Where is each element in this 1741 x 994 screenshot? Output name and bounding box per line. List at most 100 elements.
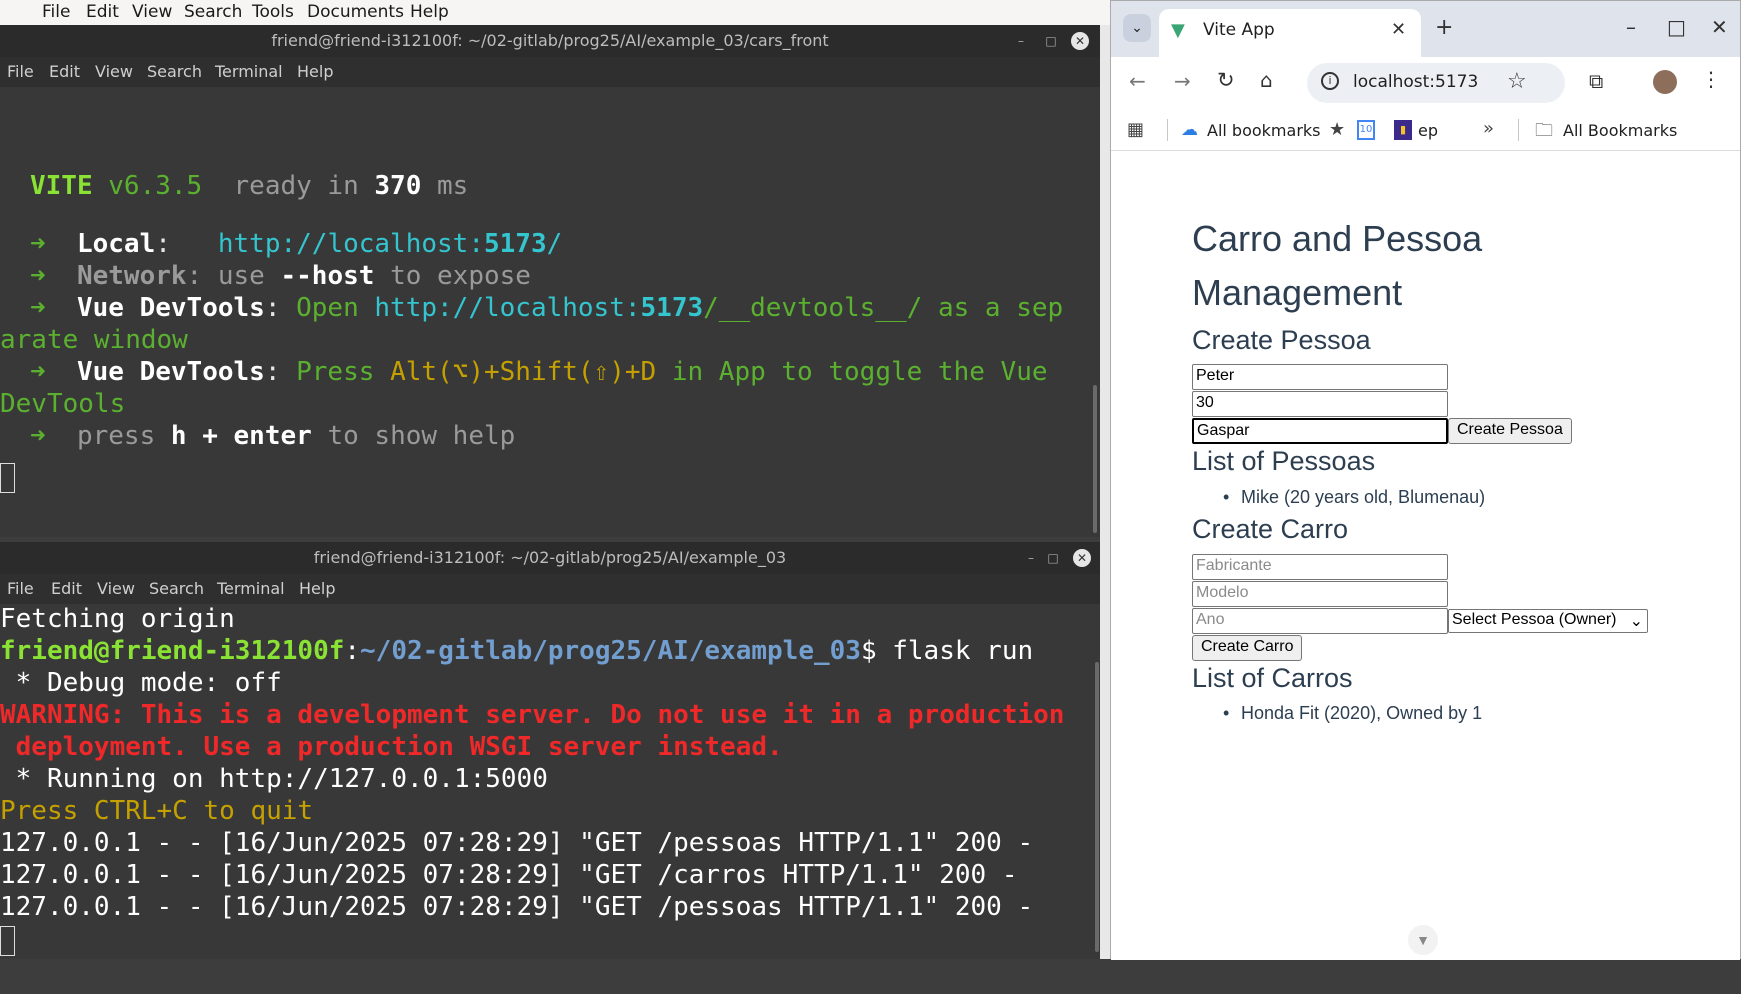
tab-title: Vite App xyxy=(1203,20,1275,40)
terminal-window-top: friend@friend-i312100f: ~/02-gitlab/prog… xyxy=(0,25,1100,537)
home-icon[interactable]: ⌂ xyxy=(1260,68,1273,92)
calendar-icon[interactable]: 10 xyxy=(1357,120,1375,140)
network-line: ➜ Network: use --host to expose xyxy=(30,261,531,291)
profile-avatar[interactable] xyxy=(1653,70,1677,94)
menu-help[interactable]: Help xyxy=(410,2,449,22)
terminal-menubar: File Edit View Search Terminal Help xyxy=(0,57,1100,87)
apps-grid-icon[interactable]: ▦ xyxy=(1127,119,1144,140)
prompt-line: friend@friend-i312100f:~/02-gitlab/prog2… xyxy=(0,636,1034,666)
owner-select[interactable]: Select Pessoa (Owner) ⌄ xyxy=(1448,609,1648,633)
running-line: * Running on http://127.0.0.1:5000 xyxy=(0,764,548,794)
maximize-icon[interactable]: □ xyxy=(1667,15,1686,39)
minimize-icon[interactable]: – xyxy=(1626,15,1636,39)
terminal-menu-view[interactable]: View xyxy=(97,579,135,598)
browser-toolbar: ← → ↻ ⌂ i localhost:5173 ☆ ⧉ ⋮ xyxy=(1111,57,1740,111)
menu-view[interactable]: View xyxy=(132,2,172,22)
terminal-menu-file[interactable]: File xyxy=(7,62,34,81)
terminal-menu-file[interactable]: File xyxy=(7,579,34,598)
bookmark-star-icon[interactable]: ☆ xyxy=(1507,69,1527,94)
close-icon[interactable]: ✕ xyxy=(1073,549,1091,567)
terminal-output: VITE v6.3.5 ready in 370 ms ➜ Local: htt… xyxy=(0,87,1100,537)
menu-edit[interactable]: Edit xyxy=(86,2,119,22)
folder-icon: 🗀 xyxy=(1535,120,1553,141)
reload-icon[interactable]: ↻ xyxy=(1217,68,1235,92)
create-pessoa-button[interactable]: Create Pessoa xyxy=(1448,418,1572,444)
list-carros-heading: List of Carros xyxy=(1192,663,1353,693)
log-line: 127.0.0.1 - - [16/Jun/2025 07:28:29] "GE… xyxy=(0,860,1018,890)
more-bookmarks-icon[interactable]: » xyxy=(1483,118,1494,139)
tab-strip: ⌄ ▼ Vite App ✕ + – □ ✕ xyxy=(1111,1,1740,57)
terminal-titlebar: friend@friend-i312100f: ~/02-gitlab/prog… xyxy=(0,25,1100,57)
log-line: 127.0.0.1 - - [16/Jun/2025 07:28:29] "GE… xyxy=(0,828,1034,858)
minimize-icon[interactable]: – xyxy=(1012,32,1030,50)
menu-documents[interactable]: Documents xyxy=(307,2,404,22)
menu-file[interactable]: File xyxy=(42,2,70,22)
url-text[interactable]: localhost:5173 xyxy=(1353,72,1478,92)
warning-line-2: deployment. Use a production WSGI server… xyxy=(0,732,783,762)
terminal-scrollbar[interactable] xyxy=(1093,385,1097,533)
bookmark-divider xyxy=(1518,119,1519,141)
bookmark-folder-all-bookmarks[interactable]: All Bookmarks xyxy=(1563,121,1677,140)
menu-search[interactable]: Search xyxy=(184,2,242,22)
pessoa-list-item: Mike (20 years old, Blumenau) xyxy=(1223,487,1485,508)
vue-favicon-icon: ▼ xyxy=(1171,20,1185,41)
site-info-icon[interactable]: i xyxy=(1321,72,1339,90)
maximize-icon[interactable]: □ xyxy=(1042,32,1060,50)
terminal-window-bottom: friend@friend-i312100f: ~/02-gitlab/prog… xyxy=(0,542,1100,959)
terminal-menu-edit[interactable]: Edit xyxy=(51,579,82,598)
quit-line: Press CTRL+C to quit xyxy=(0,796,314,826)
cloud-icon: ☁ xyxy=(1181,120,1198,140)
terminal-menu-edit[interactable]: Edit xyxy=(49,62,80,81)
close-icon[interactable]: ✕ xyxy=(1071,32,1089,50)
ano-input[interactable]: Ano xyxy=(1192,608,1448,634)
terminal-titlebar: friend@friend-i312100f: ~/02-gitlab/prog… xyxy=(0,542,1100,574)
bookmark-ep[interactable]: ep xyxy=(1418,121,1438,140)
pessoa-idade-input[interactable]: 30 xyxy=(1192,391,1448,417)
devtools-line-2: ➜ Vue DevTools: Press Alt(⌥)+Shift(⇧)+D … xyxy=(30,357,1048,387)
terminal-menu-help[interactable]: Help xyxy=(297,62,333,81)
chart-favicon-icon: ▮ xyxy=(1394,120,1412,140)
tab-close-icon[interactable]: ✕ xyxy=(1391,19,1406,40)
extensions-icon[interactable]: ⧉ xyxy=(1589,69,1603,93)
terminal-menu-search[interactable]: Search xyxy=(149,579,204,598)
pessoa-nome-input[interactable]: Peter xyxy=(1192,364,1448,390)
page-content: Carro and Pessoa Management Create Pesso… xyxy=(1111,152,1740,960)
warning-line-1: WARNING: This is a development server. D… xyxy=(0,700,1065,730)
bookmark-divider xyxy=(1167,119,1168,141)
create-carro-button[interactable]: Create Carro xyxy=(1192,635,1303,661)
vue-devtools-toggle-icon[interactable]: ▼ xyxy=(1408,925,1438,955)
debug-line: * Debug mode: off xyxy=(0,668,282,698)
terminal-menu-view[interactable]: View xyxy=(95,62,133,81)
help-line: ➜ press h + enter to show help xyxy=(30,421,516,451)
terminal-menu-terminal[interactable]: Terminal xyxy=(215,62,283,81)
new-tab-icon[interactable]: + xyxy=(1435,15,1453,40)
menu-tools[interactable]: Tools xyxy=(252,2,294,22)
back-icon[interactable]: ← xyxy=(1129,69,1146,93)
devtools-line-1-wrap: arate window xyxy=(0,325,188,355)
close-icon[interactable]: ✕ xyxy=(1711,15,1728,39)
kebab-menu-icon[interactable]: ⋮ xyxy=(1701,67,1721,91)
terminal-scrollbar[interactable] xyxy=(1095,662,1099,952)
carro-list-item: Honda Fit (2020), Owned by 1 xyxy=(1223,703,1482,724)
fabricante-input[interactable]: Fabricante xyxy=(1192,554,1448,580)
forward-icon[interactable]: → xyxy=(1174,69,1191,93)
bookmark-all-bookmarks[interactable]: All bookmarks xyxy=(1207,121,1321,140)
terminal-cursor xyxy=(0,926,15,956)
star-bookmark-icon[interactable]: ★ xyxy=(1329,119,1345,140)
terminal-cursor xyxy=(0,463,15,493)
terminal-menu-help[interactable]: Help xyxy=(299,579,335,598)
pessoa-cidade-input[interactable]: Gaspar xyxy=(1192,418,1448,444)
tab-vite-app[interactable]: ▼ Vite App ✕ xyxy=(1159,9,1421,57)
minimize-icon[interactable]: – xyxy=(1022,549,1040,567)
maximize-icon[interactable]: □ xyxy=(1044,549,1062,567)
address-bar[interactable]: i localhost:5173 ☆ xyxy=(1307,63,1565,103)
browser-window: ⌄ ▼ Vite App ✕ + – □ ✕ ← → ↻ ⌂ i localho… xyxy=(1110,0,1741,960)
terminal-menu-search[interactable]: Search xyxy=(147,62,202,81)
vite-ready-line: VITE v6.3.5 ready in 370 ms xyxy=(30,171,469,201)
terminal-menu-terminal[interactable]: Terminal xyxy=(217,579,285,598)
modelo-input[interactable]: Modelo xyxy=(1192,581,1448,607)
log-line: 127.0.0.1 - - [16/Jun/2025 07:28:29] "GE… xyxy=(0,892,1034,922)
terminal-menubar: File Edit View Search Terminal Help xyxy=(0,574,1100,604)
tab-search-icon[interactable]: ⌄ xyxy=(1123,14,1151,42)
page-title-line-1: Carro and Pessoa xyxy=(1192,218,1483,259)
